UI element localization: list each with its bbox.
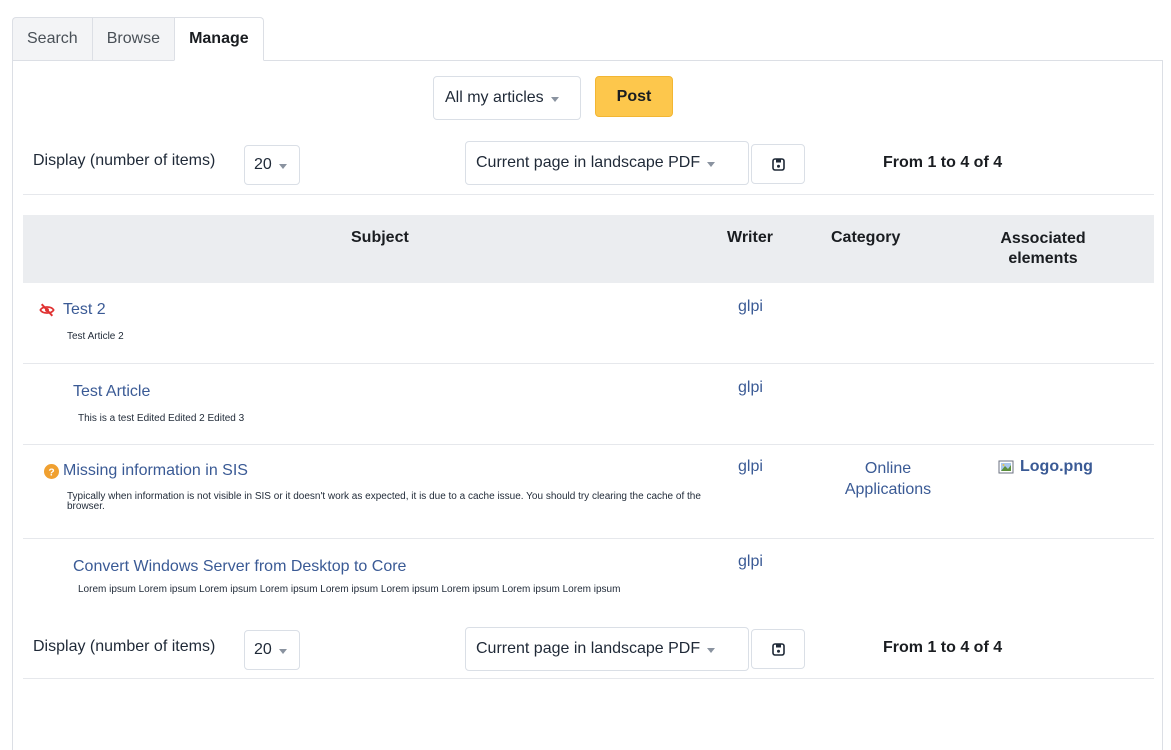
chevron-down-icon (707, 161, 716, 167)
table-row: ? Missing information in SIS Typically w… (23, 445, 1154, 539)
tab-browse[interactable]: Browse (91, 17, 175, 61)
associated-element-label: Logo.png (1020, 458, 1093, 475)
divider (23, 194, 1154, 195)
header-associated-elements: Associated elements (1000, 230, 1086, 267)
article-description: Typically when information is not visibl… (67, 491, 701, 512)
export-format-value: Current page in landscape PDF (476, 640, 701, 657)
tab-search[interactable]: Search (12, 17, 92, 61)
article-description: This is a test Edited Edited 2 Edited 3 (78, 413, 245, 424)
floppy-disk-icon (771, 157, 785, 171)
article-link[interactable]: Test Article (73, 383, 150, 401)
manage-panel: All my articles Post Display (number of … (12, 60, 1163, 750)
associated-element-link[interactable]: Logo.png (998, 458, 1093, 476)
page-size-value: 20 (254, 156, 272, 173)
export-format-select[interactable]: Current page in landscape PDF (465, 627, 749, 671)
export-format-select[interactable]: Current page in landscape PDF (465, 141, 749, 185)
header-writer: Writer (727, 229, 773, 246)
table-row: Test 2 Test Article 2 glpi (23, 283, 1154, 364)
article-link[interactable]: Test 2 (63, 301, 106, 319)
article-description: Test Article 2 (67, 331, 124, 342)
tab-manage[interactable]: Manage (174, 17, 264, 61)
chevron-down-icon (707, 647, 716, 653)
article-description: Lorem ipsum Lorem ipsum Lorem ipsum Lore… (78, 584, 621, 595)
header-category: Category (831, 229, 901, 246)
table-row: Test Article This is a test Edited Edite… (23, 364, 1154, 445)
page-size-value: 20 (254, 641, 272, 658)
table-header: Subject Writer Category Associated eleme… (23, 215, 1154, 283)
table-row: Convert Windows Server from Desktop to C… (23, 539, 1154, 629)
display-count-label: Display (number of items) (33, 638, 216, 655)
post-button[interactable]: Post (595, 76, 673, 117)
category-link[interactable]: Online Applications (833, 458, 943, 500)
export-button[interactable] (751, 629, 805, 669)
question-circle-icon: ? (44, 464, 59, 479)
export-format-value: Current page in landscape PDF (476, 154, 701, 171)
writer-link[interactable]: glpi (738, 298, 763, 316)
chevron-down-icon (278, 648, 287, 654)
writer-link[interactable]: glpi (738, 379, 763, 397)
page-size-select[interactable]: 20 (244, 145, 300, 185)
chevron-down-icon (278, 163, 287, 169)
article-link[interactable]: Missing information in SIS (63, 462, 248, 480)
image-file-icon (998, 460, 1014, 474)
article-link[interactable]: Convert Windows Server from Desktop to C… (73, 558, 406, 576)
articles-filter-value: All my articles (445, 89, 544, 106)
svg-text:?: ? (48, 467, 54, 478)
tab-bar: Search Browse Manage (12, 17, 264, 61)
chevron-down-icon (550, 96, 559, 102)
writer-link[interactable]: glpi (738, 553, 763, 571)
writer-link[interactable]: glpi (738, 458, 763, 476)
display-count-label: Display (number of items) (33, 152, 216, 169)
eye-slash-icon (39, 303, 55, 317)
pager-info: From 1 to 4 of 4 (883, 154, 1003, 171)
header-subject: Subject (351, 229, 409, 246)
divider (23, 678, 1154, 679)
page-size-select[interactable]: 20 (244, 630, 300, 670)
articles-filter-dropdown[interactable]: All my articles (433, 76, 581, 120)
export-button[interactable] (751, 144, 805, 184)
floppy-disk-icon (771, 642, 785, 656)
pager-info: From 1 to 4 of 4 (883, 639, 1003, 656)
